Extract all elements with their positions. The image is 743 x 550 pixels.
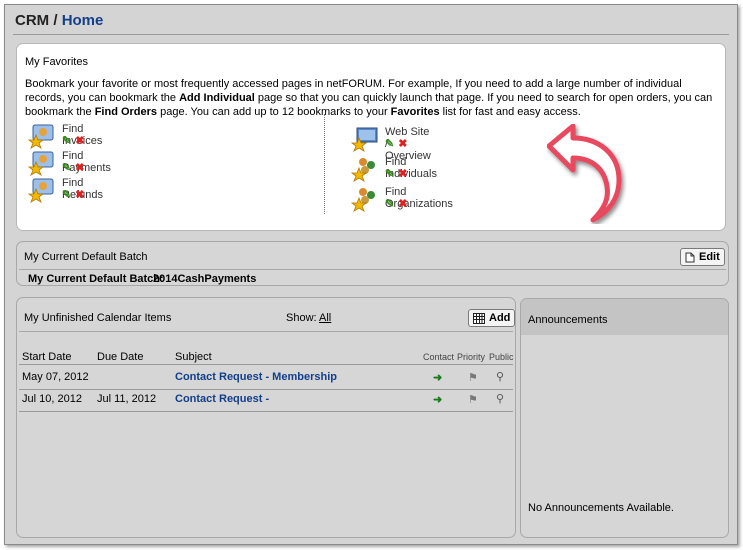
delete-icon[interactable]: ✖ — [398, 198, 407, 210]
organizations-icon — [350, 186, 381, 212]
calendar-title: My Unfinished Calendar Items — [24, 312, 172, 324]
batch-edit-label: Edit — [699, 251, 720, 263]
document-icon — [685, 252, 695, 262]
favorite-actions: ✎ ✖ — [62, 190, 84, 201]
intro-segment: list for fast and easy access. — [439, 106, 581, 118]
priority-flag-icon: ⚑ — [468, 372, 478, 384]
row-divider — [19, 389, 513, 390]
page-title: CRM / Home — [15, 12, 103, 29]
intro-segment: Favorites — [390, 106, 440, 118]
invoice-icon — [27, 123, 58, 149]
title-separator: / — [53, 12, 58, 29]
row-subject-link[interactable]: Contact Request - — [175, 393, 269, 405]
calendar-show: Show: All — [286, 312, 331, 324]
edit-icon[interactable]: ✎ — [385, 138, 394, 150]
table-header-divider — [19, 364, 513, 365]
favorite-actions: ✎ ✖ — [62, 163, 84, 174]
individuals-icon — [350, 156, 381, 182]
delete-icon[interactable]: ✖ — [75, 162, 84, 174]
delete-icon[interactable]: ✖ — [75, 135, 84, 147]
edit-icon[interactable]: ✎ — [62, 135, 71, 147]
delete-icon[interactable]: ✖ — [75, 189, 84, 201]
batch-value: 2014CashPayments — [153, 273, 257, 285]
calendar-header-divider — [19, 331, 513, 332]
announcements-title: Announcements — [528, 314, 608, 326]
magnifier-icon[interactable]: ⚲ — [496, 392, 504, 405]
favorite-actions: ✎ ✖ — [385, 169, 407, 180]
favorites-panel: My Favorites Bookmark your favorite or m… — [16, 43, 726, 231]
edit-icon[interactable]: ✎ — [62, 189, 71, 201]
batch-edit-button[interactable]: Edit — [680, 248, 725, 266]
curved-arrow-icon — [547, 124, 622, 223]
contact-arrow-icon[interactable]: ➜ — [433, 393, 442, 406]
calendar-grid-icon — [473, 312, 485, 324]
magnifier-icon[interactable]: ⚲ — [496, 370, 504, 383]
favorites-divider — [324, 114, 325, 214]
intro-segment: Find Orders — [94, 106, 158, 118]
favorite-actions: ✎ ✖ — [385, 139, 407, 150]
payment-icon — [27, 150, 58, 176]
intro-segment: page. You can add up to 12 bookmarks to … — [157, 106, 391, 118]
batch-divider — [19, 269, 726, 270]
col-contact: Contact — [423, 352, 455, 362]
favorite-actions: ✎ ✖ — [62, 136, 84, 147]
website-icon — [350, 126, 381, 152]
col-due-date: Due Date — [97, 351, 144, 363]
show-label: Show: — [286, 312, 317, 324]
favorites-intro: Bookmark your favorite or most frequentl… — [25, 77, 719, 119]
edit-icon[interactable]: ✎ — [385, 198, 394, 210]
favorites-title: My Favorites — [25, 56, 88, 68]
col-start-date: Start Date — [22, 351, 72, 363]
table-row: Jul 10, 2012 Jul 11, 2012 Contact Request … — [17, 392, 515, 414]
row-due: Jul 11, 2012 — [97, 393, 157, 405]
batch-title: My Current Default Batch — [24, 251, 148, 263]
calendar-add-button[interactable]: Add — [468, 309, 516, 327]
table-row: May 07, 2012 Contact Request - Membership… — [17, 370, 515, 392]
show-all-link[interactable]: All — [319, 312, 331, 324]
refund-icon — [27, 177, 58, 203]
col-subject: Subject — [175, 351, 212, 363]
contact-arrow-icon[interactable]: ➜ — [433, 371, 442, 384]
edit-icon[interactable]: ✎ — [385, 168, 394, 180]
row-divider — [19, 411, 513, 412]
intro-segment: Add Individual — [179, 92, 255, 104]
row-start: Jul 10, 2012 — [22, 393, 82, 405]
default-batch-panel: My Current Default Batch Edit My Current… — [16, 241, 729, 286]
priority-flag-icon: ⚑ — [468, 394, 478, 406]
calendar-add-label: Add — [489, 312, 511, 324]
row-start: May 07, 2012 — [22, 371, 89, 383]
announcements-panel: Announcements No Announcements Available… — [520, 298, 729, 538]
title-page: Home — [61, 12, 104, 29]
crm-home-window: CRM / Home My Favorites Bookmark your fa… — [4, 4, 738, 545]
row-subject-link[interactable]: Contact Request - Membership — [175, 371, 337, 383]
announcements-empty: No Announcements Available. — [528, 502, 674, 514]
favorite-actions: ✎ ✖ — [385, 199, 407, 210]
col-priority: Priority — [457, 352, 486, 362]
edit-icon[interactable]: ✎ — [62, 162, 71, 174]
batch-label: My Current Default Batch: — [28, 273, 164, 285]
calendar-panel: My Unfinished Calendar Items Show: All A… — [16, 297, 516, 538]
title-divider — [13, 34, 729, 35]
col-public: Public — [489, 352, 514, 362]
delete-icon[interactable]: ✖ — [398, 138, 407, 150]
delete-icon[interactable]: ✖ — [398, 168, 407, 180]
title-app: CRM — [15, 12, 50, 29]
